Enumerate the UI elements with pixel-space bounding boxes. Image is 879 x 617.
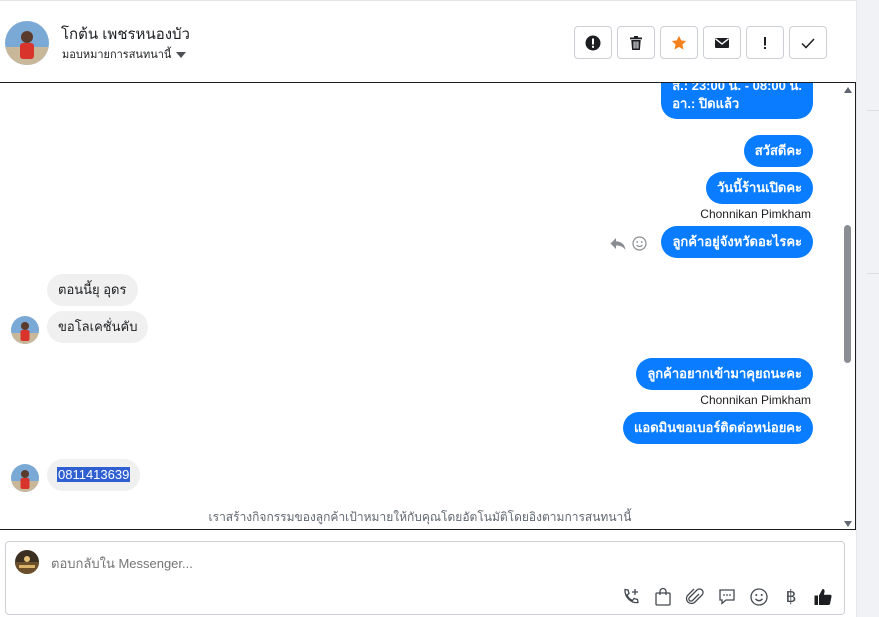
star-button[interactable]	[660, 26, 698, 59]
paperclip-icon	[685, 588, 704, 605]
message-thread[interactable]: ส.: 23:00 น. - 08:00 น. อา.: ปิดแล้ว สวั…	[0, 82, 856, 530]
reply-input[interactable]	[51, 556, 651, 571]
alert-circle-icon	[585, 35, 601, 50]
contact-name[interactable]: โกต้น เพชรหนองบัว	[61, 22, 190, 46]
message-incoming: ตอนนี้ยุ อุดร	[47, 274, 138, 306]
react-emoji-icon[interactable]	[632, 236, 647, 251]
message-incoming: ขอโลเคชั่นคับ	[47, 311, 149, 343]
assign-label: มอบหมายการสนทนานี้	[62, 49, 172, 61]
chevron-down-icon	[176, 51, 187, 58]
message-outgoing: สวัสดีคะ	[743, 135, 813, 167]
shop-button[interactable]	[652, 586, 674, 608]
phone-plus-icon	[624, 588, 639, 604]
contact-avatar-small	[11, 316, 39, 344]
delete-button[interactable]	[617, 26, 655, 59]
side-panel-edge	[856, 0, 879, 617]
composer-tools: ฿	[620, 586, 834, 608]
auto-activity-notice: เราสร้างกิจกรรมของลูกค้าเป้าหมายให้กับคุ…	[208, 510, 632, 524]
conversation-header: โกต้น เพชรหนองบัว มอบหมายการสนทนานี้	[0, 0, 856, 82]
message-business-hours: ส.: 23:00 น. - 08:00 น. อา.: ปิดแล้ว	[661, 82, 813, 119]
scroll-thumb[interactable]	[844, 225, 851, 363]
scroll-up-arrow-icon[interactable]	[844, 87, 852, 93]
message-text: อา.: ปิดแล้ว	[672, 96, 740, 111]
payment-button[interactable]: ฿	[780, 586, 802, 608]
contact-avatar[interactable]	[5, 21, 49, 65]
saved-replies-button[interactable]	[716, 586, 738, 608]
saved-reply-icon	[719, 589, 735, 605]
check-icon	[801, 37, 815, 49]
exclamation-icon	[764, 36, 766, 49]
emoji-button[interactable]	[748, 586, 770, 608]
baht-icon: ฿	[785, 587, 797, 607]
report-spam-button[interactable]	[574, 26, 612, 59]
message-outgoing: ลูกค้าอยู่จังหวัดอะไรคะ	[661, 226, 813, 258]
assign-conversation-dropdown[interactable]: มอบหมายการสนทนานี้	[62, 45, 187, 63]
divider	[867, 110, 879, 111]
envelope-icon	[715, 37, 729, 48]
shopping-bag-icon	[655, 587, 671, 606]
reply-composer: ฿	[5, 541, 845, 615]
sender-name: Chonnikan Pimkham	[700, 207, 811, 221]
thread-scrollbar[interactable]	[842, 85, 853, 527]
selected-phone-number[interactable]: 0811413639	[57, 467, 131, 482]
sender-name: Chonnikan Pimkham	[700, 393, 811, 407]
trash-icon	[630, 35, 642, 50]
follow-up-button[interactable]	[746, 26, 784, 59]
conversation-actions	[574, 26, 827, 59]
divider	[867, 273, 879, 274]
thumbs-up-icon	[814, 589, 832, 605]
scroll-down-arrow-icon[interactable]	[844, 521, 852, 527]
star-icon	[671, 35, 687, 49]
message-text: ส.: 23:00 น. - 08:00 น.	[672, 82, 802, 93]
message-incoming: 0811413639	[47, 459, 141, 491]
reply-icon[interactable]	[610, 237, 626, 251]
attach-button[interactable]	[684, 586, 706, 608]
mark-unread-button[interactable]	[703, 26, 741, 59]
contact-avatar-small	[11, 464, 39, 492]
message-actions	[610, 236, 647, 251]
like-button[interactable]	[812, 586, 834, 608]
call-button[interactable]	[620, 586, 642, 608]
message-outgoing: วันนี้ร้านเปิดคะ	[705, 172, 813, 204]
page-avatar	[15, 550, 39, 574]
mark-done-button[interactable]	[789, 26, 827, 59]
emoji-icon	[750, 588, 768, 606]
message-outgoing: ลูกค้าอยากเข้ามาคุยถนะคะ	[636, 358, 813, 390]
message-outgoing: แอดมินขอเบอร์ติดต่อหน่อยคะ	[623, 412, 813, 444]
